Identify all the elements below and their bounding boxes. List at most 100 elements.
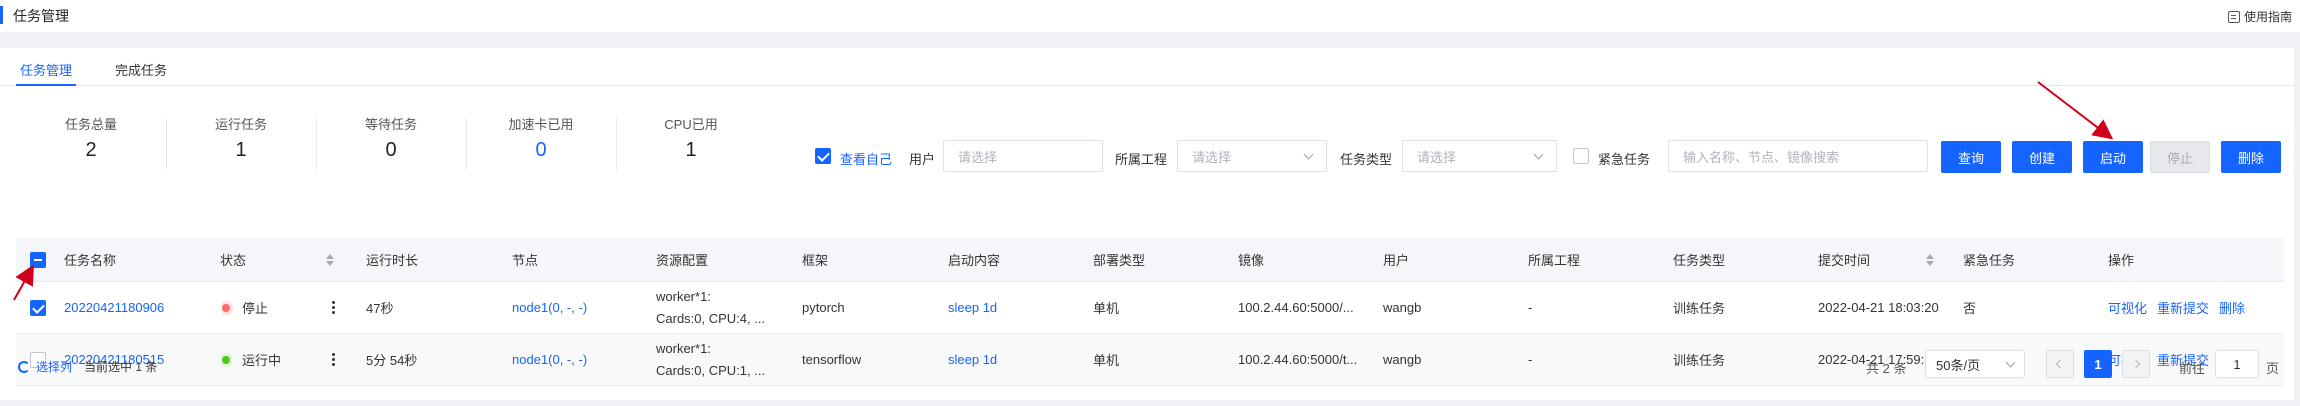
start-button[interactable]: 启动 — [2083, 141, 2143, 173]
col-header-image: 镜像 — [1238, 253, 1265, 268]
col-header-deploy-type: 部署类型 — [1093, 253, 1146, 268]
urgent-label: 紧急任务 — [1598, 152, 1651, 167]
project-select-placeholder: 请选择 — [1192, 149, 1232, 165]
tab-task-management[interactable]: 任务管理 — [20, 60, 72, 79]
search-input[interactable]: 输入名称、节点、镜像搜索 — [1668, 140, 1928, 172]
node-link[interactable]: node1(0, -, -) — [512, 282, 587, 333]
user-cell: wangb — [1383, 300, 1422, 315]
table-footer: 选择列 当前选中 1 条 共 2 条 50条/页 1 前往 1 页 — [0, 344, 2294, 384]
project-filter-label: 所属工程 — [1115, 152, 1168, 167]
goto-page-input[interactable]: 1 — [2215, 350, 2259, 378]
row-select-cell — [30, 282, 46, 333]
urgent-cell: 否 — [1963, 301, 1977, 316]
task-type-cell: 训练任务 — [1673, 301, 1726, 316]
stat-label: 加速卡已用 — [508, 117, 574, 132]
delete-row-link[interactable]: 删除 — [2219, 298, 2245, 317]
query-button[interactable]: 查询 — [1941, 141, 2001, 173]
chevron-down-icon — [1533, 149, 1544, 159]
chevron-down-icon — [2005, 357, 2016, 367]
sort-icon[interactable] — [1926, 253, 1935, 266]
more-vertical-icon — [332, 301, 335, 314]
delete-button[interactable]: 删除 — [2221, 141, 2281, 173]
col-header-framework: 框架 — [802, 253, 829, 268]
col-header-actions: 操作 — [2108, 253, 2135, 268]
total-count: 共 2 条 — [1866, 361, 1907, 376]
task-type-select[interactable]: 请选择 — [1402, 140, 1557, 172]
user-select[interactable]: 请选择 — [943, 140, 1103, 172]
stat-waiting-tasks: 等待任务 0 — [316, 114, 466, 162]
col-header-project: 所属工程 — [1528, 253, 1581, 268]
urgent-checkbox[interactable] — [1573, 148, 1589, 164]
stat-total-tasks: 任务总量 2 — [16, 114, 166, 162]
stat-label: 等待任务 — [364, 117, 417, 132]
guide-label: 使用指南 — [2243, 10, 2292, 24]
chevron-down-icon — [1303, 149, 1314, 159]
page-title: 任务管理 — [13, 8, 69, 24]
row-checkbox[interactable] — [30, 299, 46, 316]
goto-page-value: 1 — [2233, 356, 2241, 372]
col-header-node: 节点 — [512, 253, 539, 268]
table-header: 任务名称 状态 运行时长 节点 资源配置 框架 启动内容 部署类型 镜像 用户 … — [16, 238, 2284, 282]
tab-bar: 任务管理 完成任务 — [0, 48, 2294, 86]
task-type-filter-label: 任务类型 — [1340, 152, 1393, 167]
col-header-status[interactable]: 状态 — [220, 238, 335, 281]
stat-value: 0 — [535, 139, 547, 161]
view-self-checkbox[interactable] — [815, 148, 831, 164]
task-name-link[interactable]: 20220421180906 — [64, 282, 164, 333]
select-columns-control[interactable]: 选择列 当前选中 1 条 — [18, 358, 157, 375]
submit-time-cell: 2022-04-21 18:03:20 — [1818, 300, 1939, 315]
select-all-cell — [30, 238, 46, 281]
row-more-menu[interactable] — [332, 282, 335, 333]
prev-page-button[interactable] — [2046, 350, 2074, 378]
stat-value: 1 — [235, 139, 247, 161]
select-columns-link[interactable]: 选择列 — [36, 358, 72, 375]
visualize-link[interactable]: 可视化 — [2108, 298, 2147, 317]
stat-accelerator-used: 加速卡已用 0 — [466, 114, 616, 162]
col-header-resource: 资源配置 — [656, 253, 709, 268]
selection-info: 当前选中 1 条 — [84, 360, 158, 374]
user-select-placeholder: 请选择 — [958, 149, 998, 165]
user-filter-label: 用户 — [909, 152, 936, 167]
table-row: 20220421180906 停止 47秒 node1(0, -, -) wor… — [16, 282, 2284, 334]
stat-cpu-used: CPU已用 1 — [616, 114, 766, 162]
sort-icon[interactable] — [326, 253, 335, 266]
status-stopped-dot-icon — [222, 303, 230, 312]
create-button[interactable]: 创建 — [2012, 141, 2072, 173]
stat-value: 1 — [685, 139, 697, 161]
duration-cell: 47秒 — [366, 301, 394, 316]
project-cell: - — [1528, 300, 1533, 315]
page-size-select[interactable]: 50条/页 — [1925, 350, 2025, 378]
view-self-label: 查看自己 — [840, 152, 893, 167]
col-header-urgent: 紧急任务 — [1963, 253, 2016, 268]
col-header-submit-time-label: 提交时间 — [1818, 253, 1871, 268]
status-cell: 停止 — [222, 282, 268, 333]
document-icon — [2227, 10, 2240, 23]
goto-label: 前往 — [2179, 361, 2206, 376]
resource-line-1: worker*1: — [656, 288, 711, 304]
col-header-submit-time[interactable]: 提交时间 — [1818, 238, 1935, 281]
active-tab-indicator — [16, 84, 76, 86]
chevron-left-icon — [2055, 359, 2065, 369]
next-page-button[interactable] — [2122, 350, 2150, 378]
guide-link[interactable]: 使用指南 — [2227, 8, 2292, 25]
task-type-select-placeholder: 请选择 — [1417, 149, 1457, 165]
start-content-link[interactable]: sleep 1d — [948, 282, 997, 333]
col-header-task-type: 任务类型 — [1673, 253, 1726, 268]
project-select[interactable]: 请选择 — [1177, 140, 1327, 172]
col-header-start-content: 启动内容 — [948, 253, 1001, 268]
main-panel: 任务管理 完成任务 任务总量 2 运行任务 1 等待任务 0 加速卡已用 0 C… — [0, 48, 2294, 400]
stat-label: 运行任务 — [214, 117, 267, 132]
stop-button[interactable]: 停止 — [2150, 141, 2210, 173]
select-all-checkbox[interactable] — [30, 251, 46, 268]
resource-cell: worker*1: Cards:0, CPU:4, ... — [656, 282, 791, 333]
page-header: 任务管理 使用指南 — [0, 0, 2300, 32]
tab-completed-tasks[interactable]: 完成任务 — [115, 60, 167, 79]
page-size-value: 50条/页 — [1936, 357, 1981, 373]
actions-cell: 可视化 重新提交 删除 — [2108, 282, 2245, 333]
stat-running-tasks: 运行任务 1 — [166, 114, 316, 162]
page-1-button[interactable]: 1 — [2084, 350, 2112, 378]
framework-cell: pytorch — [802, 300, 845, 315]
col-header-status-label: 状态 — [220, 253, 247, 268]
resubmit-link[interactable]: 重新提交 — [2157, 298, 2209, 317]
deploy-type-cell: 单机 — [1093, 301, 1120, 316]
